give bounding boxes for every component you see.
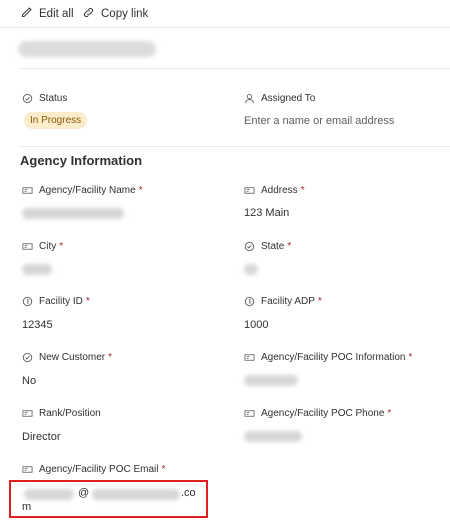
agency-name-value-redacted[interactable] — [22, 208, 124, 219]
assigned-to-input[interactable]: Enter a name or email address — [244, 115, 394, 127]
facility-adp-label: Facility ADP * — [244, 296, 322, 307]
city-value-redacted[interactable] — [22, 264, 52, 275]
copy-link-button[interactable]: Copy link — [82, 5, 148, 23]
record-title-redacted — [18, 41, 156, 57]
poc-email-user-redacted[interactable] — [24, 489, 74, 500]
poc-phone-label: Agency/Facility POC Phone * — [244, 408, 391, 419]
poc-email-at: @ — [78, 487, 90, 499]
command-bar: Edit all Copy link — [0, 0, 450, 28]
choice-icon — [244, 241, 255, 252]
text-field-icon — [22, 464, 33, 475]
state-label: State * — [244, 241, 291, 252]
text-field-icon — [22, 241, 33, 252]
poc-email-tail-2: m — [22, 501, 32, 513]
link-icon — [82, 6, 95, 22]
status-badge[interactable]: In Progress — [24, 112, 88, 129]
new-customer-value[interactable]: No — [22, 375, 36, 387]
text-field-icon — [244, 185, 255, 196]
text-field-icon — [244, 408, 255, 419]
address-label: Address * — [244, 185, 305, 196]
person-icon — [244, 93, 255, 104]
number-icon — [244, 296, 255, 307]
poc-email-domain-redacted[interactable] — [92, 489, 180, 500]
poc-info-value-redacted[interactable] — [244, 375, 298, 386]
agency-name-label: Agency/Facility Name * — [22, 185, 143, 196]
poc-email-label: Agency/Facility POC Email * — [22, 464, 165, 475]
poc-phone-value-redacted[interactable] — [244, 431, 302, 442]
facility-id-label: Facility ID * — [22, 296, 90, 307]
poc-email-tail-1: .co — [181, 487, 196, 499]
rank-value[interactable]: Director — [22, 431, 61, 443]
text-field-icon — [22, 185, 33, 196]
edit-all-button[interactable]: Edit all — [20, 5, 74, 23]
state-value-redacted[interactable] — [244, 264, 258, 275]
section-divider — [18, 146, 450, 147]
facility-adp-value[interactable]: 1000 — [244, 319, 268, 331]
poc-info-label: Agency/Facility POC Information * — [244, 352, 412, 363]
text-field-icon — [22, 408, 33, 419]
choice-icon — [22, 352, 33, 363]
header-divider — [18, 68, 450, 69]
assigned-to-label: Assigned To — [244, 93, 315, 104]
edit-all-label: Edit all — [39, 8, 74, 20]
pencil-icon — [20, 6, 33, 22]
section-title: Agency Information — [20, 153, 143, 168]
new-customer-label: New Customer * — [22, 352, 112, 363]
text-field-icon — [244, 352, 255, 363]
rank-label: Rank/Position — [22, 408, 101, 419]
city-label: City * — [22, 241, 63, 252]
copy-link-label: Copy link — [101, 8, 149, 20]
facility-id-value[interactable]: 12345 — [22, 319, 53, 331]
status-label: Status — [22, 93, 67, 104]
number-icon — [22, 296, 33, 307]
address-value[interactable]: 123 Main — [244, 207, 289, 219]
choice-icon — [22, 93, 33, 104]
